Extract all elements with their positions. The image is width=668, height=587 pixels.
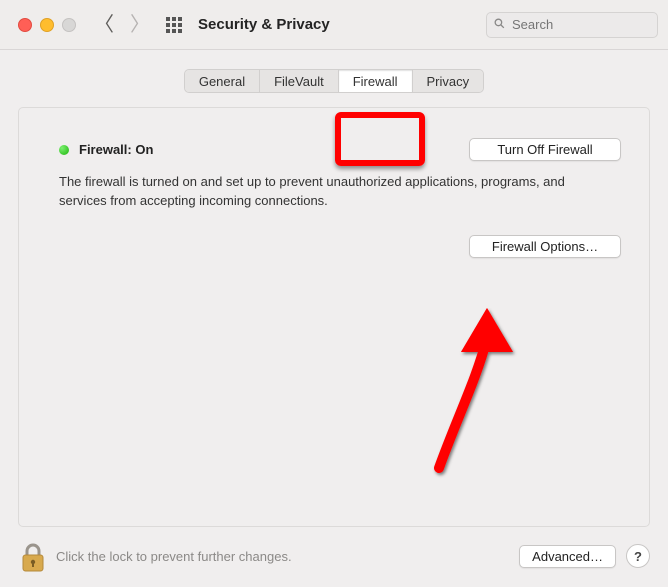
nav-forward-icon: 〉: [130, 15, 150, 35]
firewall-status-led-icon: [59, 145, 69, 155]
show-all-prefs-icon[interactable]: [166, 17, 182, 33]
firewall-panel: Firewall: On Turn Off Firewall The firew…: [18, 107, 650, 527]
firewall-options-button[interactable]: Firewall Options…: [469, 235, 621, 258]
nav-back-icon[interactable]: 〈: [94, 15, 114, 35]
lock-help-text: Click the lock to prevent further change…: [56, 549, 292, 564]
footer-bar: Click the lock to prevent further change…: [18, 537, 650, 575]
search-input[interactable]: [510, 16, 624, 33]
search-field[interactable]: [486, 12, 658, 38]
tab-general[interactable]: General: [185, 70, 260, 92]
search-icon: [493, 17, 506, 33]
tab-bar: General FileVault Firewall Privacy: [18, 69, 650, 93]
close-window-icon[interactable]: [18, 18, 32, 32]
minimize-window-icon[interactable]: [40, 18, 54, 32]
turn-off-firewall-button[interactable]: Turn Off Firewall: [469, 138, 621, 161]
title-bar: 〈 〉 Security & Privacy: [0, 0, 668, 50]
tab-privacy[interactable]: Privacy: [413, 70, 484, 92]
zoom-window-icon: [62, 18, 76, 32]
firewall-status-label: Firewall: On: [79, 142, 153, 157]
lock-icon[interactable]: [18, 539, 48, 573]
firewall-description: The firewall is turned on and set up to …: [59, 173, 599, 211]
help-button[interactable]: ?: [626, 544, 650, 568]
advanced-button[interactable]: Advanced…: [519, 545, 616, 568]
tab-firewall[interactable]: Firewall: [339, 70, 413, 92]
annotation-arrow-icon: [417, 308, 527, 488]
window-controls: [18, 18, 76, 32]
window-title: Security & Privacy: [198, 16, 330, 33]
nav-buttons: 〈 〉: [94, 15, 150, 35]
tab-filevault[interactable]: FileVault: [260, 70, 339, 92]
